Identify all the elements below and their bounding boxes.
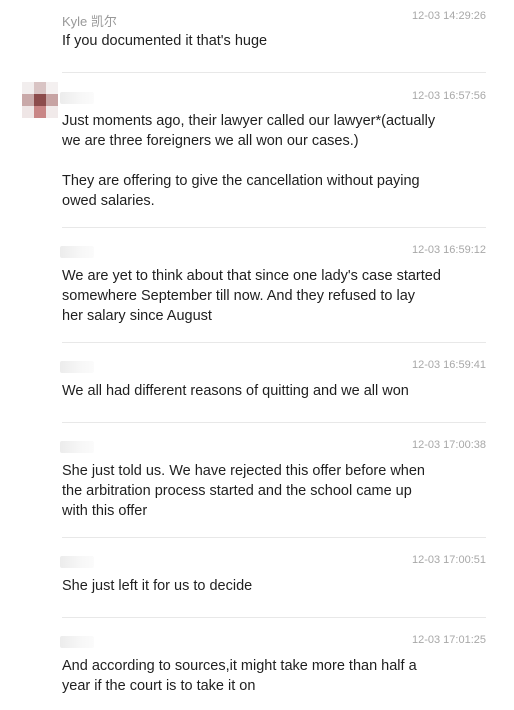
message-divider xyxy=(62,342,486,343)
sender-name-blurred[interactable] xyxy=(60,556,94,568)
message-text: And according to sources,it might take m… xyxy=(62,658,417,694)
message-divider xyxy=(62,227,486,228)
message-timestamp: 12-03 16:59:41 xyxy=(411,359,486,371)
message-divider xyxy=(62,537,486,538)
message-timestamp: 12-03 17:00:38 xyxy=(411,439,486,451)
sender-name-blurred[interactable] xyxy=(60,246,94,258)
sender-name-blurred[interactable] xyxy=(60,92,94,104)
message-timestamp: 12-03 16:57:56 xyxy=(411,90,486,102)
chat-page: { "messages": [ {"sender": "Kyle 凯尔", "t… xyxy=(0,0,514,710)
message-divider xyxy=(62,617,486,618)
sender-name-blurred[interactable] xyxy=(60,441,94,453)
avatar[interactable] xyxy=(22,82,58,118)
sender-name-blurred[interactable] xyxy=(60,361,94,373)
message-divider xyxy=(62,422,486,423)
message-text: We are yet to think about that since one… xyxy=(62,268,441,324)
message-text: If you documented it that's huge xyxy=(62,33,268,49)
sender-name-blurred[interactable] xyxy=(60,636,94,648)
sender-name[interactable]: Kyle 凯尔 xyxy=(62,11,117,30)
message-text: She just left it for us to decide xyxy=(62,578,253,594)
message-text: She just told us. We have rejected this … xyxy=(62,463,425,519)
message-text: Just moments ago, their lawyer called ou… xyxy=(62,113,436,209)
message-timestamp: 12-03 17:01:25 xyxy=(411,634,486,646)
message-timestamp: 12-03 14:29:26 xyxy=(411,10,486,22)
message-timestamp: 12-03 16:59:12 xyxy=(411,244,486,256)
message-text: We all had different reasons of quitting… xyxy=(62,383,409,399)
message-timestamp: 12-03 17:00:51 xyxy=(411,554,486,566)
message-divider xyxy=(62,72,486,73)
